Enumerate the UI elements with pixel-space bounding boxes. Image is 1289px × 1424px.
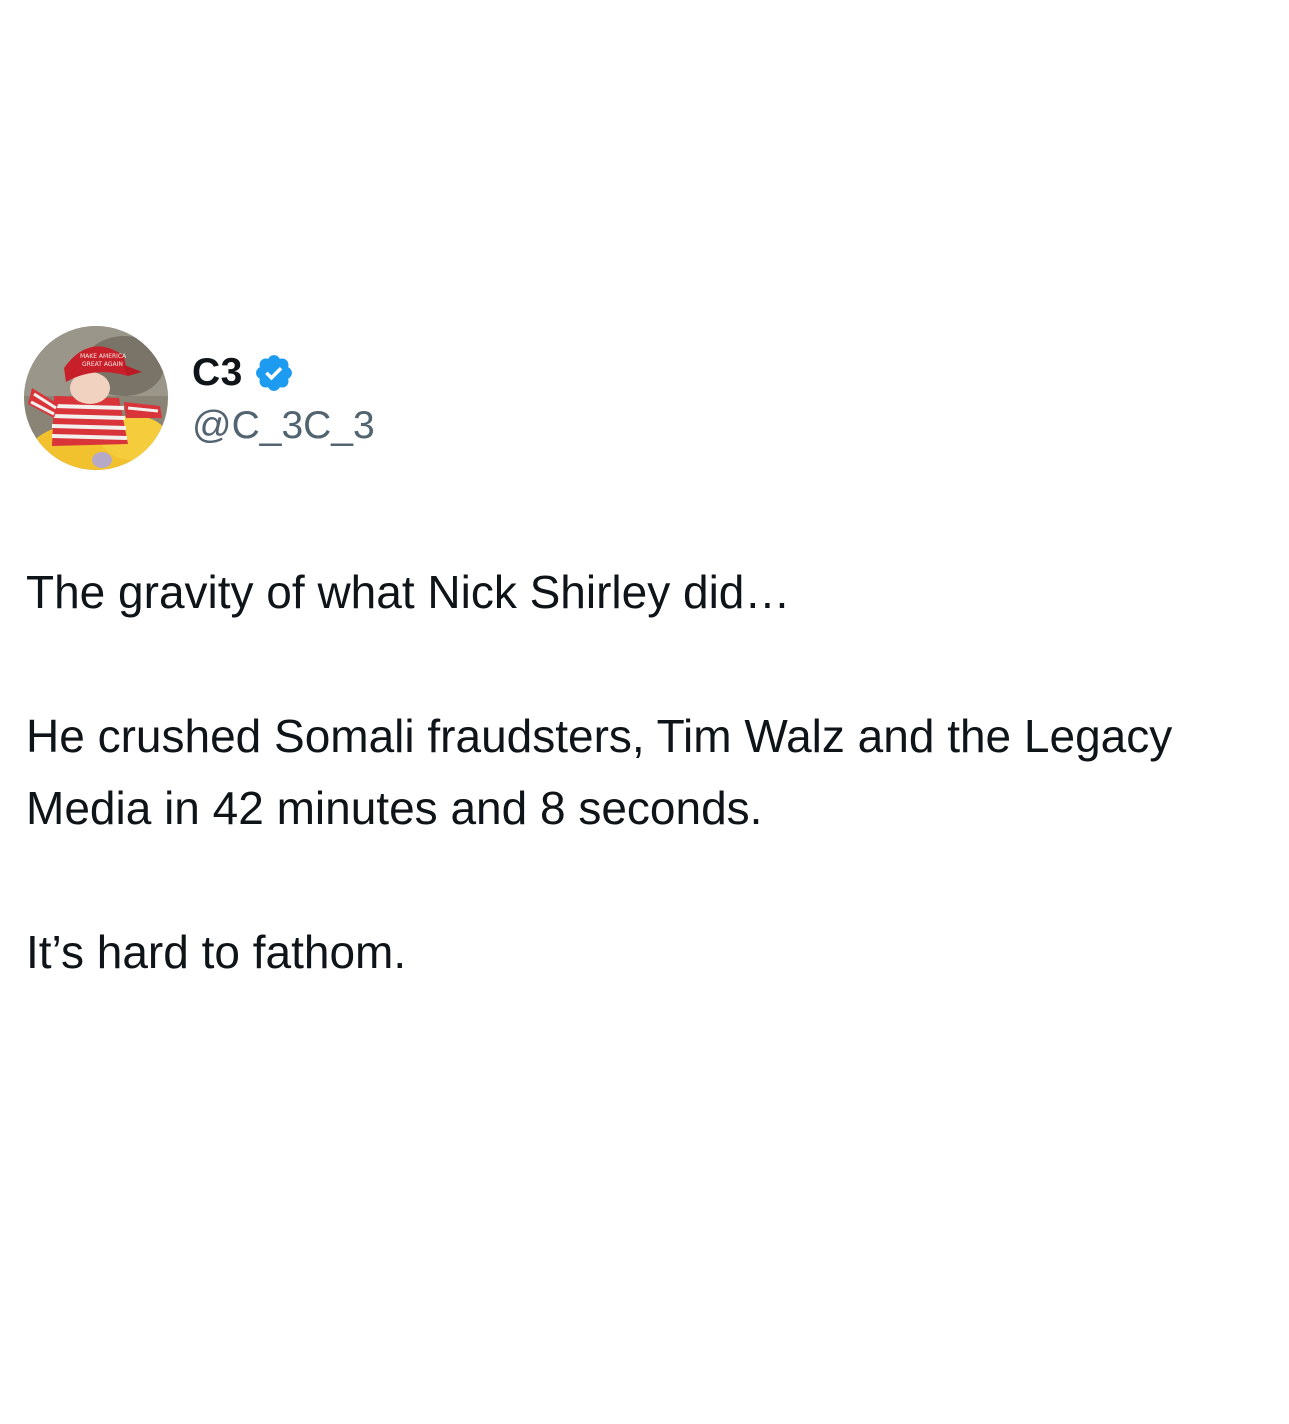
- svg-text:GREAT AGAIN: GREAT AGAIN: [82, 361, 123, 368]
- user-handle[interactable]: @C_3C_3: [192, 404, 375, 448]
- svg-text:MAKE AMERICA: MAKE AMERICA: [80, 353, 127, 360]
- author-names: C3 @C_3C_3: [192, 348, 375, 448]
- avatar-image: MAKE AMERICA GREAT AGAIN: [24, 326, 168, 470]
- tweet: MAKE AMERICA GREAT AGAIN C3 @C_3C_3 The …: [0, 0, 1289, 1424]
- tweet-paragraph: He crushed Somali fraudsters, Tim Walz a…: [26, 710, 1186, 834]
- tweet-text: The gravity of what Nick Shirley did… He…: [26, 556, 1266, 988]
- display-name[interactable]: C3: [192, 351, 243, 395]
- tweet-paragraph: The gravity of what Nick Shirley did…: [26, 566, 791, 618]
- tweet-header: MAKE AMERICA GREAT AGAIN C3 @C_3C_3: [24, 326, 375, 470]
- display-name-row: C3: [192, 348, 375, 398]
- tweet-paragraph: It’s hard to fathom.: [26, 926, 407, 978]
- verified-badge-icon: [253, 352, 295, 394]
- avatar[interactable]: MAKE AMERICA GREAT AGAIN: [24, 326, 168, 470]
